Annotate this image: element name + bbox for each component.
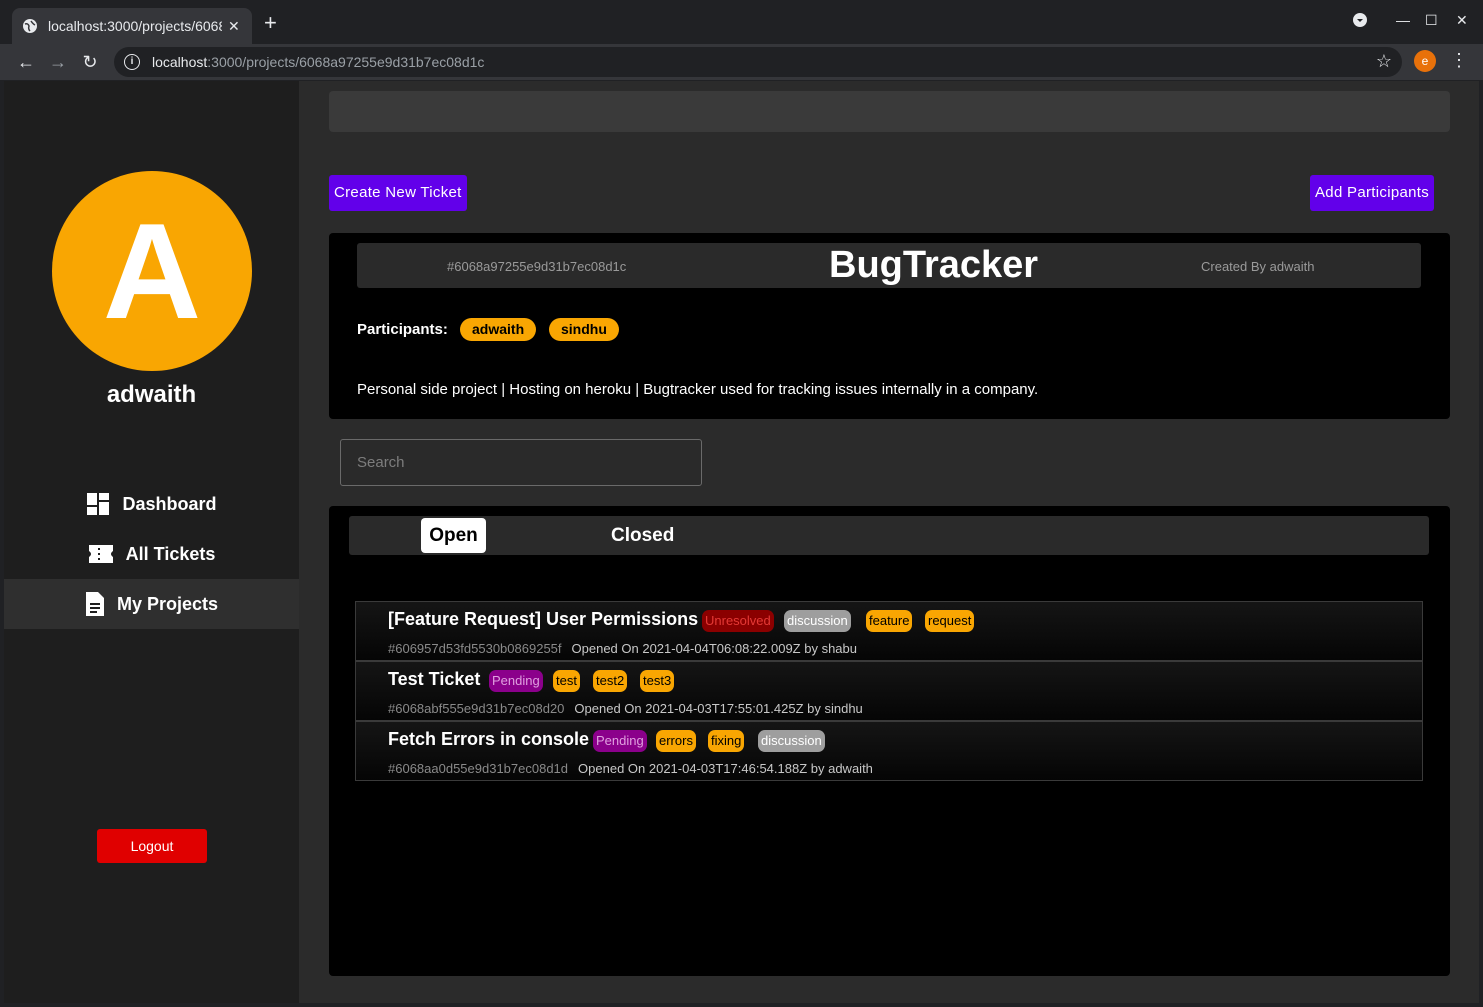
- ticket-title: Fetch Errors in console: [388, 729, 590, 749]
- sidebar-username: adwaith: [106, 381, 197, 408]
- ticket-id: #6068aa0d55e9d31b7ec08d1d: [388, 761, 569, 776]
- site-info-icon[interactable]: i: [124, 54, 140, 70]
- browser-tab[interactable]: localhost:3000/projects/6068a97255e9d31b…: [12, 8, 252, 44]
- tag-badge: test: [553, 670, 580, 692]
- sidebar-item-label: Dashboard: [122, 493, 217, 514]
- tag-badge: discussion: [784, 610, 851, 632]
- ticket-title: [Feature Request] User Permissions: [388, 609, 699, 629]
- status-badge: Pending: [489, 670, 543, 692]
- project-header: #6068a97255e9d31b7ec08d1c BugTracker Cre…: [357, 243, 1421, 288]
- add-participants-button[interactable]: Add Participants: [1310, 175, 1435, 211]
- close-tab-icon[interactable]: ✕: [228, 18, 240, 35]
- bookmark-star-icon[interactable]: ☆: [1376, 51, 1392, 72]
- ticket-row[interactable]: Test Ticket Pending test test2 test3 #60…: [355, 661, 1423, 721]
- sidebar-item-dashboard[interactable]: Dashboard: [4, 479, 299, 529]
- ticket-tabs: Open Closed: [349, 516, 1429, 555]
- status-badge: Pending: [593, 730, 647, 752]
- ticket-meta: #6068abf555e9d31b7ec08d20 Opened On 2021-…: [388, 701, 863, 716]
- ticket-icon: [88, 545, 113, 563]
- tag-badge: test3: [640, 670, 675, 692]
- project-creator: Created By adwaith: [1201, 259, 1315, 274]
- tag-badge: fixing: [708, 730, 745, 752]
- back-icon[interactable]: ←: [15, 51, 37, 73]
- ticket-opened: Opened On 2021-04-04T06:08:22.009Z by sh…: [571, 641, 858, 656]
- project-id: #6068a97255e9d31b7ec08d1c: [447, 259, 627, 274]
- dashboard-icon: [87, 493, 110, 515]
- address-bar[interactable]: i localhost:3000/projects/6068a97255e9d3…: [114, 47, 1402, 77]
- ticket-meta: #606957d53fd5530b0869255f Opened On 2021-…: [388, 641, 857, 656]
- ticket-id: #606957d53fd5530b0869255f: [388, 641, 562, 656]
- logout-button[interactable]: Logout: [97, 829, 207, 863]
- document-icon: [85, 592, 104, 616]
- sidebar-item-all-tickets[interactable]: All Tickets: [4, 529, 299, 579]
- ticket-row[interactable]: [Feature Request] User Permissions Unres…: [355, 601, 1423, 661]
- url-path: :3000/projects/6068a97255e9d31b7ec08d1c: [207, 54, 485, 70]
- search-input[interactable]: [340, 439, 702, 486]
- project-title: BugTracker: [829, 244, 1039, 286]
- globe-icon: [23, 19, 37, 33]
- main-content: Create New Ticket Add Participants #6068…: [299, 81, 1479, 1003]
- ticket-id: #6068abf555e9d31b7ec08d20: [388, 701, 565, 716]
- top-bar: [329, 91, 1450, 132]
- sidebar-item-label: All Tickets: [125, 543, 216, 564]
- reload-icon[interactable]: ↻: [79, 51, 101, 73]
- project-description: Personal side project | Hosting on herok…: [357, 381, 1039, 398]
- app-root: A adwaith Dashboard All Tickets My Proje…: [4, 81, 1479, 1003]
- tab-closed[interactable]: Closed: [611, 518, 674, 553]
- maximize-icon[interactable]: ☐: [1425, 12, 1438, 29]
- tag-badge: discussion: [758, 730, 825, 752]
- ticket-row[interactable]: Fetch Errors in console Pending errors f…: [355, 721, 1423, 781]
- url-host: localhost: [152, 54, 208, 70]
- minimize-icon[interactable]: —: [1396, 12, 1410, 28]
- tag-badge: request: [925, 610, 975, 632]
- avatar: A: [52, 171, 252, 371]
- tag-badge: feature: [866, 610, 913, 632]
- browser-titlebar: localhost:3000/projects/6068a97255e9d31b…: [0, 0, 1483, 44]
- ticket-title: Test Ticket: [388, 669, 481, 689]
- tag-badge: test2: [593, 670, 628, 692]
- close-window-icon[interactable]: ✕: [1456, 12, 1468, 29]
- sidebar: A adwaith Dashboard All Tickets My Proje…: [4, 81, 299, 1003]
- tab-title: localhost:3000/projects/6068a97255e9d31b…: [48, 18, 222, 34]
- sidebar-item-my-projects[interactable]: My Projects: [4, 579, 299, 629]
- sidebar-item-label: My Projects: [116, 593, 219, 614]
- forward-icon[interactable]: →: [47, 51, 69, 73]
- profile-avatar[interactable]: e: [1414, 50, 1436, 72]
- create-new-ticket-button[interactable]: Create New Ticket: [329, 175, 467, 211]
- browser-toolbar: ← → ↻ i localhost:3000/projects/6068a972…: [0, 44, 1483, 80]
- ticket-opened: Opened On 2021-04-03T17:46:54.188Z by ad…: [578, 761, 873, 776]
- participant-chip: adwaith: [460, 318, 537, 341]
- tab-open[interactable]: Open: [421, 518, 486, 553]
- project-card: #6068a97255e9d31b7ec08d1c BugTracker Cre…: [329, 233, 1450, 419]
- participant-chip: sindhu: [549, 318, 619, 341]
- tag-badge: errors: [656, 730, 696, 752]
- tab-search-icon[interactable]: [1352, 12, 1368, 31]
- ticket-meta: #6068aa0d55e9d31b7ec08d1d Opened On 2021-…: [388, 761, 873, 776]
- browser-menu-icon[interactable]: ⋮: [1450, 50, 1468, 71]
- tickets-card: Open Closed [Feature Request] User Permi…: [329, 506, 1450, 976]
- participants-label: Participants:: [357, 321, 448, 338]
- ticket-opened: Opened On 2021-04-03T17:55:01.425Z by si…: [574, 701, 863, 716]
- new-tab-icon[interactable]: +: [264, 12, 277, 34]
- status-badge: Unresolved: [702, 610, 774, 632]
